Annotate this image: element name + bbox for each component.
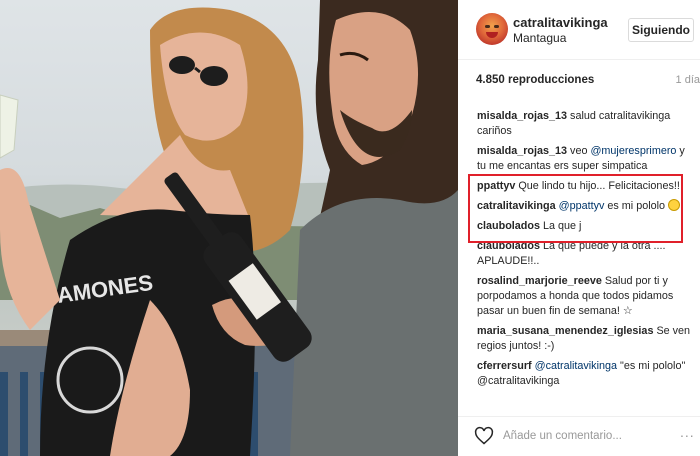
comments-list[interactable]: misalda_rojas_13 salud catralitavikinga … xyxy=(477,109,692,409)
views-count: 4.850 reproducciones xyxy=(476,74,595,86)
comment-username[interactable]: misalda_rojas_13 xyxy=(477,110,567,122)
post-stats: 4.850 reproducciones 1 día xyxy=(476,74,700,90)
comment-username[interactable]: misalda_rojas_13 xyxy=(477,145,567,157)
comment-username[interactable]: rosalind_marjorie_reeve xyxy=(477,275,602,287)
comment-input[interactable] xyxy=(503,425,673,447)
comment-text: veo xyxy=(570,145,591,157)
comment-username[interactable]: cferrersurf xyxy=(477,360,532,372)
post-timestamp: 1 día xyxy=(675,74,700,86)
post-location[interactable]: Mantagua xyxy=(513,31,566,45)
comment-username[interactable]: maria_susana_menendez_iglesias xyxy=(477,325,653,337)
comment-item: cferrersurf @catralitavikinga "es mi pol… xyxy=(477,359,692,389)
more-options-icon[interactable]: ... xyxy=(680,424,695,440)
comment-mention[interactable]: @mujeresprimero xyxy=(590,145,676,157)
comment-item: rosalind_marjorie_reeve Salud por ti y p… xyxy=(477,274,692,319)
post-header: catralitavikinga Mantagua Siguiendo xyxy=(458,0,700,60)
post-video[interactable]: AMONES xyxy=(0,0,458,456)
comment-mention[interactable]: @catralitavikinga xyxy=(535,360,617,372)
comment-item: misalda_rojas_13 salud catralitavikinga … xyxy=(477,109,692,139)
comment-item: misalda_rojas_13 veo @mujeresprimero y t… xyxy=(477,144,692,174)
man-sweater xyxy=(290,190,458,456)
video-frame: AMONES xyxy=(0,0,458,456)
sunglasses xyxy=(169,56,195,74)
following-button[interactable]: Siguiendo xyxy=(628,18,694,42)
post-username[interactable]: catralitavikinga xyxy=(513,15,608,30)
wine-glass xyxy=(0,94,19,159)
avatar[interactable] xyxy=(476,13,508,45)
comment-item: maria_susana_menendez_iglesias Se ven re… xyxy=(477,324,692,354)
comment-item: claubolados La que puede y la otra .... … xyxy=(477,239,692,269)
comment-bar: ... xyxy=(458,416,700,456)
highlight-annotation xyxy=(468,174,683,243)
heart-icon[interactable] xyxy=(474,426,494,446)
